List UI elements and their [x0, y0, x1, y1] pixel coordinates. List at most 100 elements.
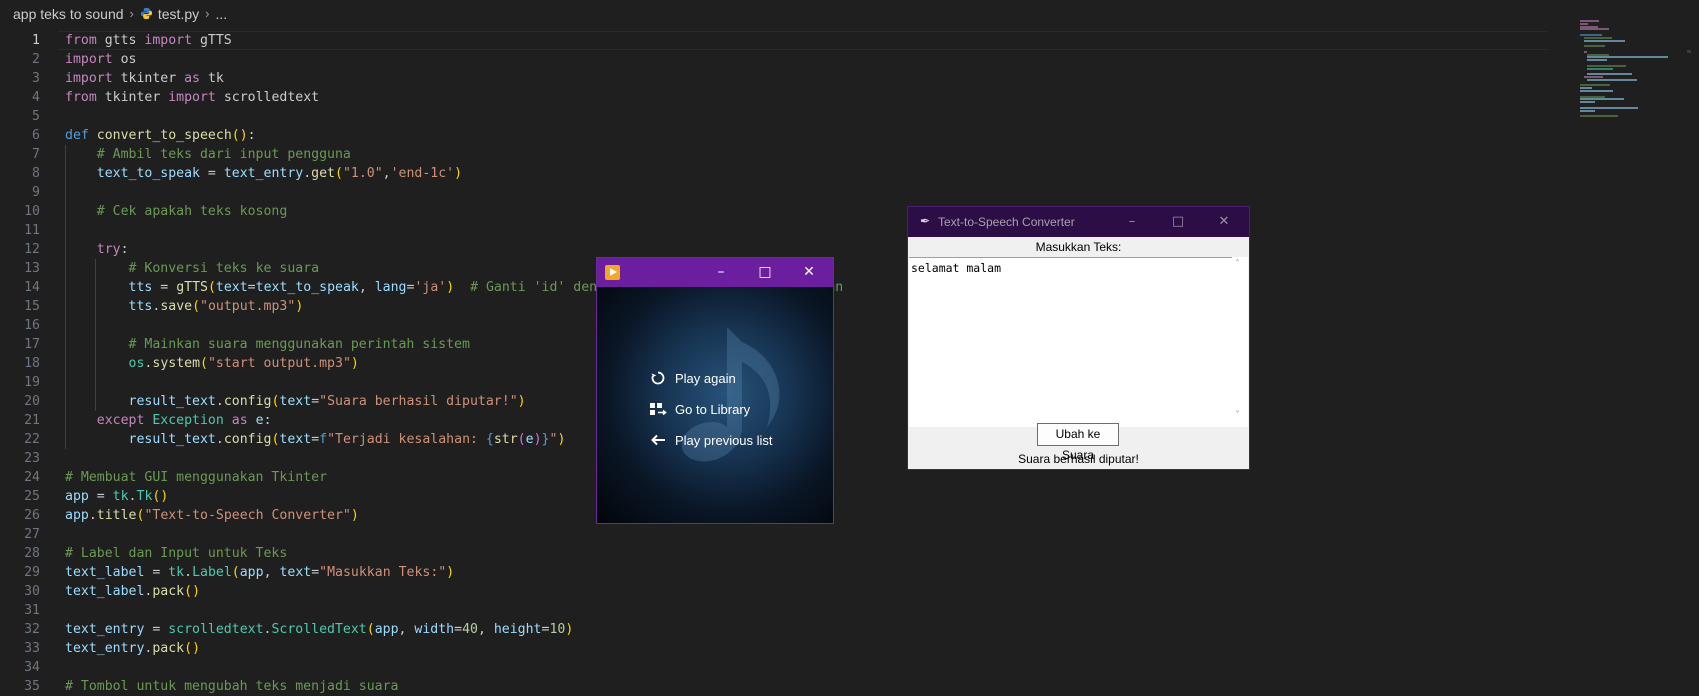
breadcrumb: app teks to sound › test.py › ...	[0, 0, 1699, 27]
minimap-line	[1583, 39, 1625, 42]
code-line[interactable]: 32 text_entry = scrolledtext.ScrolledText…	[0, 620, 1570, 639]
code-line[interactable]: 1 from gtts import gTTS	[0, 31, 1570, 50]
line-number: 26	[24, 508, 40, 523]
media-menu-item[interactable]: Play previous list	[647, 428, 773, 452]
minimap-line	[1580, 115, 1618, 118]
tts-app-window: ✒ Text-to-Speech Converter – □ ✕ Masukka…	[907, 206, 1250, 470]
code-text: os.system("start output.mp3")	[128, 356, 359, 371]
code-line[interactable]: 4 from tkinter import scrolledtext	[0, 88, 1570, 107]
code-line[interactable]: 2 import os	[0, 50, 1570, 69]
line-number: 2	[32, 52, 40, 67]
indent-guide	[95, 259, 96, 411]
line-number: 11	[24, 223, 40, 238]
convert-button[interactable]: Ubah ke Suara	[1037, 423, 1119, 462]
line-number: 30	[24, 584, 40, 599]
line-number: 7	[32, 147, 40, 162]
minimap-line	[1580, 25, 1598, 28]
code-line[interactable]: 31	[0, 601, 1570, 620]
code-line[interactable]: 8 text_to_speak = text_entry.get("1.0",'…	[0, 164, 1570, 183]
code-line[interactable]: 30 text_label.pack()	[0, 582, 1570, 601]
media-menu-label: Go to Library	[675, 401, 751, 417]
code-line[interactable]: 34	[0, 658, 1570, 677]
line-number: 29	[24, 565, 40, 580]
code-text: result_text.config(text=f"Terjadi kesala…	[128, 432, 566, 447]
line-number: 34	[24, 660, 40, 675]
code-text: # Ambil teks dari input pengguna	[96, 147, 351, 162]
line-number: 18	[24, 356, 40, 371]
code-text: import tkinter as tk	[65, 71, 224, 86]
code-line[interactable]: 29 text_label = tk.Label(app, text="Masuk…	[0, 563, 1570, 582]
scroll-down-icon[interactable]: ˅	[1235, 410, 1240, 421]
minimap-line	[1580, 101, 1596, 104]
media-player-body: Play again Go to Library Play previous lis…	[597, 287, 833, 523]
minimize-button[interactable]: –	[1109, 207, 1155, 237]
line-number: 15	[24, 299, 40, 314]
code-line[interactable]: 5	[0, 107, 1570, 126]
code-text: app.title("Text-to-Speech Converter")	[65, 508, 359, 523]
line-number: 23	[24, 451, 40, 466]
line-number: 31	[24, 603, 40, 618]
minimize-button[interactable]: –	[699, 258, 743, 287]
minimap-line	[1583, 36, 1613, 39]
code-line[interactable]: 35 # Tombol untuk mengubah teks menjadi s…	[0, 677, 1570, 696]
code-line[interactable]: 11	[0, 221, 1570, 240]
close-button[interactable]: ✕	[1201, 207, 1247, 237]
line-number: 17	[24, 337, 40, 352]
line-number: 19	[24, 375, 40, 390]
code-line[interactable]: 6 def convert_to_speech():	[0, 126, 1570, 145]
code-line[interactable]: 7 # Ambil teks dari input pengguna	[0, 145, 1570, 164]
code-line[interactable]: 9	[0, 183, 1570, 202]
code-line[interactable]: 28 # Label dan Input untuk Teks	[0, 544, 1570, 563]
library-icon	[647, 401, 669, 417]
text-entry[interactable]: selamat malam	[909, 257, 1232, 427]
code-text: tts.save("output.mp3")	[128, 299, 304, 314]
minimap-line	[1587, 64, 1626, 67]
line-number: 20	[24, 394, 40, 409]
code-text: result_text.config(text="Suara berhasil …	[128, 394, 526, 409]
code-line[interactable]: 27	[0, 525, 1570, 544]
line-number: 22	[24, 432, 40, 447]
line-number: 4	[32, 90, 40, 105]
minimap-line	[1587, 59, 1607, 62]
scroll-up-icon[interactable]: ˄	[1235, 259, 1240, 270]
line-number: 6	[32, 128, 40, 143]
minimap-line	[1580, 22, 1589, 25]
media-menu-item[interactable]: Play again	[647, 366, 736, 390]
breadcrumb-file[interactable]: test.py	[158, 6, 199, 22]
code-text: # Mainkan suara menggunakan perintah sis…	[128, 337, 470, 352]
code-line[interactable]: 10 # Cek apakah teks kosong	[0, 202, 1570, 221]
maximize-button[interactable]: □	[743, 258, 787, 287]
line-number: 32	[24, 622, 40, 637]
minimap-line	[1580, 106, 1638, 109]
media-player-logo-icon	[605, 265, 620, 280]
media-menu-label: Play previous list	[675, 432, 773, 448]
line-number: 21	[24, 413, 40, 428]
close-button[interactable]: ✕	[787, 258, 831, 287]
minimap-line	[1583, 45, 1606, 48]
maximize-button[interactable]: □	[1155, 207, 1201, 237]
minimap-line	[1583, 76, 1604, 78]
code-text: try:	[96, 242, 129, 257]
tts-app-titlebar[interactable]: ✒ Text-to-Speech Converter – □ ✕	[908, 207, 1249, 237]
line-number: 1	[32, 33, 40, 48]
code-text: text_label.pack()	[65, 584, 201, 599]
code-line[interactable]: 33 text_entry.pack()	[0, 639, 1570, 658]
line-number: 35	[24, 679, 40, 694]
minimap-line	[1587, 67, 1614, 70]
breadcrumb-more[interactable]: ...	[215, 6, 227, 22]
minimap-line	[1580, 20, 1599, 22]
breadcrumb-folder[interactable]: app teks to sound	[13, 6, 124, 22]
line-number: 28	[24, 546, 40, 561]
code-line[interactable]: 3 import tkinter as tk	[0, 69, 1570, 88]
minimap-line	[1587, 73, 1633, 76]
media-player-titlebar[interactable]: – □ ✕	[597, 258, 833, 287]
media-menu-item[interactable]: Go to Library	[647, 397, 750, 421]
python-file-icon	[140, 7, 152, 20]
editor-scrollbar[interactable]	[1687, 20, 1699, 681]
line-number: 24	[24, 470, 40, 485]
minimap[interactable]	[1570, 20, 1680, 120]
code-text: text_label = tk.Label(app, text="Masukka…	[65, 565, 455, 580]
code-text: # Tombol untuk mengubah teks menjadi sua…	[65, 679, 399, 694]
text-entry-scrollbar[interactable]: ˄ ˅	[1232, 257, 1248, 427]
minimap-line	[1580, 34, 1602, 36]
